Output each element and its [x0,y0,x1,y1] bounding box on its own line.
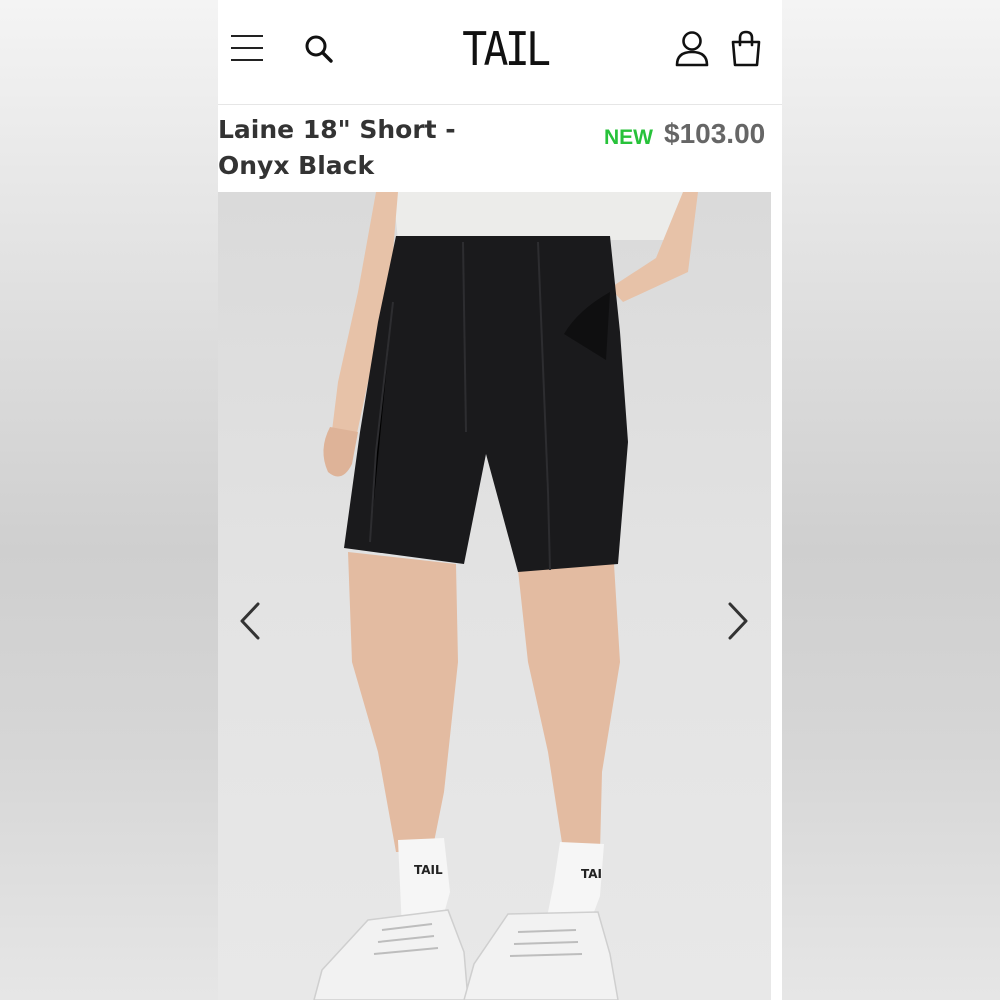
chevron-right-icon[interactable] [722,600,752,642]
mobile-page: TAIL Laine 18" Short - Onyx Black NEW $1… [218,0,782,1000]
sock-logo-right: TAI [581,867,602,881]
chevron-left-icon[interactable] [236,600,266,642]
shopping-bag-icon[interactable] [730,30,762,68]
sock-logo-left: TAIL [414,863,443,877]
new-badge: NEW [604,126,653,149]
product-title-line1: Laine 18" Short - [218,115,456,144]
hamburger-menu-icon[interactable] [231,33,263,63]
background-blur-left [0,0,218,1000]
site-header: TAIL [218,0,782,105]
product-title: Laine 18" Short - Onyx Black [218,112,518,184]
product-title-line2: Onyx Black [218,151,375,180]
search-icon[interactable] [304,34,334,64]
product-image[interactable]: TAIL TAI [218,192,771,1000]
model-photo: TAIL TAI [313,192,698,1000]
product-price: $103.00 [664,118,766,149]
background-blur-right [782,0,1000,1000]
user-icon[interactable] [674,30,710,68]
brand-logo[interactable]: TAIL [462,22,551,76]
